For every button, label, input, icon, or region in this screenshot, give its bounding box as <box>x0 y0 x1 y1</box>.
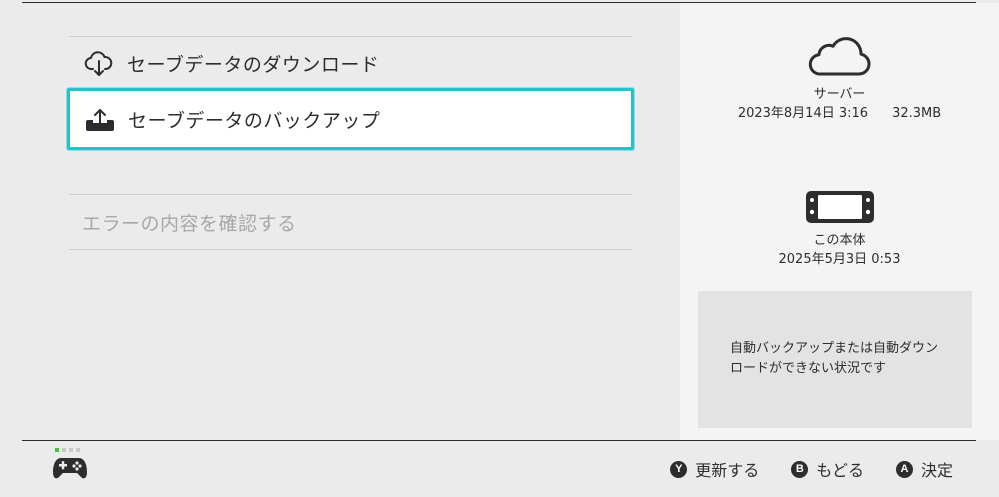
refresh-button[interactable]: Y 更新する <box>670 457 759 481</box>
cloud-upload-icon <box>82 101 118 137</box>
server-info: サーバー 2023年8月14日 3:16 32.3MB <box>680 30 999 123</box>
b-button-icon: B <box>791 460 809 478</box>
device-label: この本体 <box>813 233 866 248</box>
menu-item-error-details[interactable]: エラーの内容を確認する <box>69 195 632 249</box>
confirm-label: 決定 <box>920 461 953 480</box>
player-indicator <box>55 448 88 452</box>
a-button-icon: A <box>895 460 913 478</box>
refresh-label: 更新する <box>695 461 760 480</box>
menu-divider <box>69 194 632 195</box>
notice-text: 自動バックアップまたは自動ダウンロードができない状況です <box>730 341 939 376</box>
switch-console-icon <box>805 191 874 223</box>
menu-item-download[interactable]: セーブデータのダウンロード <box>69 36 632 90</box>
menu-item-label: セーブデータのバックアップ <box>128 109 381 132</box>
menu-divider <box>69 249 632 250</box>
server-label: サーバー <box>813 87 866 102</box>
server-meta: 2023年8月14日 3:16 32.3MB <box>680 104 999 123</box>
cloud-icon <box>808 37 870 76</box>
menu-item-backup[interactable]: セーブデータのバックアップ <box>67 88 634 150</box>
controller-icon <box>53 458 87 479</box>
bottom-divider <box>22 440 976 441</box>
menu-item-label: セーブデータのダウンロード <box>127 54 380 76</box>
server-size: 32.3MB <box>892 106 942 121</box>
cloud-download-icon <box>81 46 117 82</box>
server-date: 2023年8月14日 3:16 <box>737 106 869 121</box>
menu-item-label: エラーの内容を確認する <box>82 212 297 235</box>
y-button-icon: Y <box>670 460 688 478</box>
confirm-button[interactable]: A 決定 <box>895 457 953 481</box>
device-date: 2025年5月3日 0:53 <box>778 252 901 267</box>
back-label: もどる <box>816 461 864 480</box>
notice-box: 自動バックアップまたは自動ダウンロードができない状況です <box>698 291 972 428</box>
device-info: この本体 2025年5月3日 0:53 <box>680 190 999 269</box>
footer-actions: Y 更新する B もどる A 決定 <box>670 457 953 481</box>
controller-status <box>52 448 88 485</box>
back-button[interactable]: B もどる <box>791 457 864 481</box>
